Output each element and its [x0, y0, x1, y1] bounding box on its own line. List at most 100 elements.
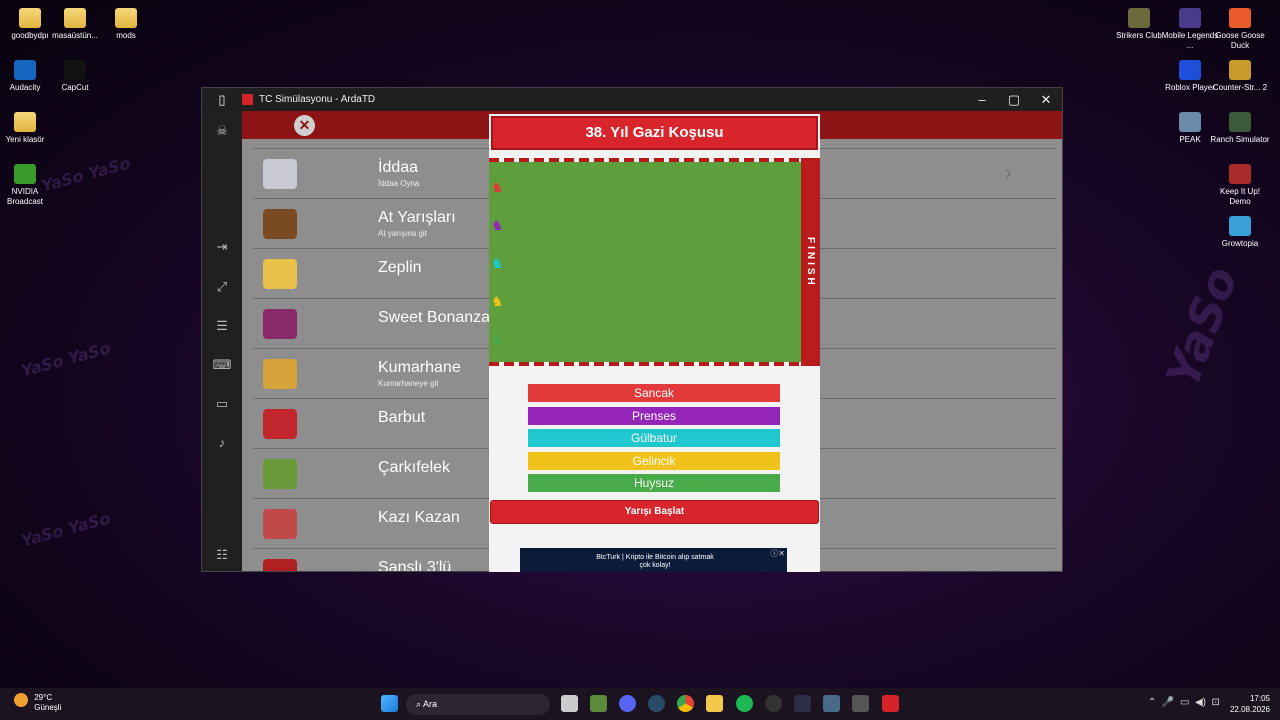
- finish-line: FINISH: [801, 158, 820, 366]
- menu-item-subtitle: At yarışına git: [378, 229, 427, 238]
- game-shortcut-icon: [1229, 60, 1251, 80]
- menu-item-icon: [263, 509, 297, 539]
- desktop-icon-label: Growtopia: [1221, 239, 1259, 248]
- menu-item-title: Zeplin: [378, 259, 422, 276]
- runner-button[interactable]: Huysuz: [528, 474, 780, 492]
- system-tray-icons[interactable]: ⌃ 🎤 ▭ ◀) ⊡: [1148, 697, 1220, 708]
- search-placeholder: Ara: [423, 699, 438, 709]
- desktop-icon[interactable]: Goose Goose Duck: [1210, 4, 1270, 51]
- weather-temp: 29°C: [34, 693, 53, 702]
- desktop-icon[interactable]: Ranch Simulator: [1210, 108, 1270, 145]
- maximize-button[interactable]: ▢: [998, 92, 1030, 108]
- skull-icon[interactable]: ☠: [202, 123, 242, 139]
- game-shortcut-icon: [1229, 8, 1251, 28]
- minecraft-icon[interactable]: [590, 695, 607, 712]
- chrome-icon[interactable]: [677, 695, 694, 712]
- chevron-right-icon[interactable]: ›: [1004, 159, 1012, 187]
- sidebar-toggle-icon[interactable]: ▯: [202, 92, 242, 108]
- menu-item-title: İddaa: [378, 159, 419, 176]
- wallpaper-text: YaSo: [1155, 259, 1249, 395]
- close-window-button[interactable]: ✕: [1030, 92, 1062, 108]
- spotify-icon[interactable]: [736, 695, 753, 712]
- task-view-icon[interactable]: [561, 695, 578, 712]
- left-rail: ☠ ⇥ ⤢ ☰ ⌨ ▭ ♪ ☷: [202, 111, 242, 571]
- tag-icon[interactable]: ▭: [202, 396, 242, 412]
- menu-item-title: Çarkıfelek: [378, 459, 451, 476]
- folder-icon: [14, 112, 36, 132]
- expand-icon[interactable]: ⤢: [202, 279, 242, 295]
- folder-icon: [64, 8, 86, 28]
- desktop-icon-label: Goose Goose Duck: [1215, 31, 1265, 50]
- discord-icon[interactable]: [619, 695, 636, 712]
- menu-item-icon: [263, 209, 297, 239]
- clock-time: 17:05: [1249, 694, 1270, 703]
- desktop-icon[interactable]: Growtopia: [1210, 212, 1270, 249]
- app-icon: [242, 94, 253, 105]
- game-shortcut-icon: [1179, 8, 1201, 28]
- ad-text: BtcTurk | Kripto ile Bitcoin alıp satmak…: [596, 554, 714, 569]
- folder-icon: [19, 8, 41, 28]
- game-shortcut-icon: [1229, 216, 1251, 236]
- menu-item-subtitle: İddaa Oyna: [378, 179, 420, 188]
- windows-start-icon[interactable]: [381, 695, 398, 712]
- desktop-icon[interactable]: Counter-Str... 2: [1210, 56, 1270, 93]
- minimize-button[interactable]: –: [966, 92, 998, 108]
- file-explorer-icon[interactable]: [706, 695, 723, 712]
- desktop-icon-label: Yeni klasör: [5, 135, 45, 144]
- window-titlebar: ▯ TC Simülasyonu - ArdaTD – ▢ ✕: [202, 88, 1062, 111]
- runner-list: Sancak Prenses Gülbatur Gelincik Huysuz: [528, 384, 780, 497]
- weather-desc: Güneşli: [34, 703, 62, 712]
- feedback-icon[interactable]: ☷: [202, 547, 242, 563]
- desktop-icon-label: CapCut: [61, 83, 89, 92]
- steam-icon[interactable]: [648, 695, 665, 712]
- race-horse-icon: ♞: [491, 255, 504, 271]
- settings-sliders-icon[interactable]: ☰: [202, 318, 242, 334]
- weather-widget[interactable]: 29°C Güneşli: [14, 693, 61, 713]
- menu-item-icon: [263, 309, 297, 339]
- close-circle-icon[interactable]: ✕: [294, 115, 315, 136]
- runner-button[interactable]: Gelincik: [528, 451, 780, 470]
- folder-icon: [115, 8, 137, 28]
- desktop-icon-label: NVIDIA Broadcast: [6, 187, 44, 206]
- ad-close-icon[interactable]: ⓘ✕: [770, 548, 785, 559]
- desktop-icon[interactable]: CapCut: [45, 56, 105, 93]
- runner-button[interactable]: Gülbatur: [528, 429, 780, 447]
- ad-banner[interactable]: BtcTurk | Kripto ile Bitcoin alıp satmak…: [520, 548, 787, 572]
- desktop-icon-label: Ranch Simulator: [1210, 135, 1270, 144]
- app-icon-obs[interactable]: [765, 695, 782, 712]
- desktop-icon-label: mods: [116, 31, 136, 40]
- race-horse-icon: ♞: [491, 179, 504, 195]
- menu-item-title: Barbut: [378, 409, 426, 426]
- start-race-button[interactable]: Yarışı Başlat: [490, 500, 819, 524]
- capcut-icon: [64, 60, 86, 80]
- finish-label: FINISH: [805, 236, 816, 288]
- desktop-icon[interactable]: mods: [96, 4, 156, 41]
- desktop-icon[interactable]: NVIDIA Broadcast: [0, 160, 55, 207]
- clock-date: 22.08.2026: [1229, 705, 1270, 714]
- runner-button[interactable]: Sancak: [528, 384, 780, 402]
- menu-item-title: Kumarhane: [378, 359, 461, 376]
- login-icon[interactable]: ⇥: [202, 239, 242, 255]
- track-rail-bottom: [489, 362, 801, 366]
- clock[interactable]: 17:05 22.08.2026: [1230, 693, 1270, 715]
- menu-item-icon: [263, 159, 297, 189]
- race-modal: 38. Yıl Gazi Koşusu ♞ ♞ ♞ ♞ ♞ FINISH Sancak P…: [489, 114, 820, 572]
- volume-icon[interactable]: ♪: [202, 435, 242, 450]
- game-shortcut-icon: [1229, 112, 1251, 132]
- tc-simulasyonu-taskbar-icon[interactable]: [882, 695, 899, 712]
- keyboard-icon[interactable]: ⌨: [202, 357, 242, 373]
- runner-button[interactable]: Prenses: [528, 406, 780, 425]
- desktop-icon-label: Keep It Up! Demo: [1219, 187, 1261, 206]
- app-icon-generic-2[interactable]: [823, 695, 840, 712]
- menu-item-title: Kazı Kazan: [378, 509, 460, 526]
- audacity-icon: [14, 60, 36, 80]
- race-title: 38. Yıl Gazi Koşusu: [491, 116, 818, 150]
- desktop-icon[interactable]: Keep It Up! Demo: [1210, 160, 1270, 207]
- app-icon-generic[interactable]: [794, 695, 811, 712]
- app-icon-generic-3[interactable]: [852, 695, 869, 712]
- menu-item-title: At Yarışları: [378, 209, 456, 226]
- game-shortcut-icon: [1128, 8, 1150, 28]
- taskbar-search[interactable]: ⌕ Ara: [406, 694, 550, 715]
- menu-item-subtitle: Kumarhaneye git: [378, 379, 439, 388]
- desktop-icon[interactable]: Yeni klasör: [0, 108, 55, 145]
